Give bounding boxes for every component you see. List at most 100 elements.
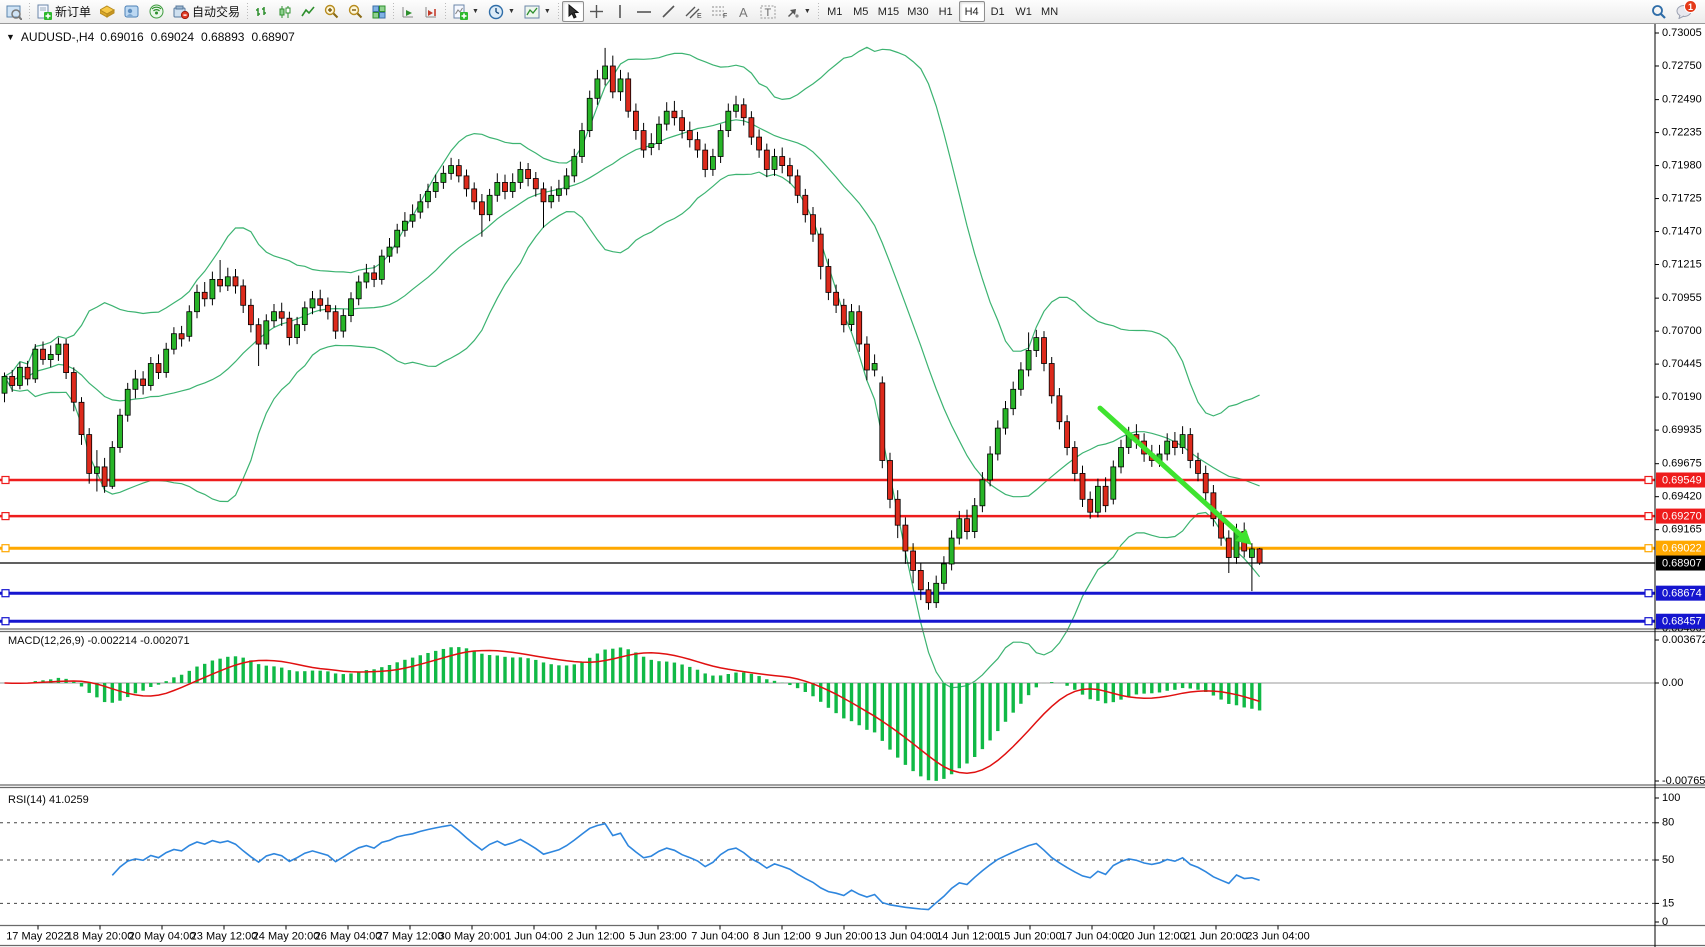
collapse-arrow-icon[interactable]: ▼ <box>6 32 15 42</box>
candle-up <box>649 144 654 148</box>
crosshair-icon <box>589 4 604 19</box>
candle-down <box>687 131 692 140</box>
timeframe-m15[interactable]: M15 <box>874 1 903 22</box>
line-handle[interactable] <box>2 513 9 520</box>
line-handle[interactable] <box>1645 545 1652 552</box>
periods-button[interactable]: ▼ <box>484 1 519 22</box>
text-label-button[interactable]: T <box>756 1 780 22</box>
market-depth-button[interactable] <box>96 1 119 22</box>
candle-down <box>1072 448 1077 474</box>
new-order-label: 新订单 <box>55 3 91 20</box>
candle-up <box>734 105 739 112</box>
chart-canvas[interactable]: 0.730050.727500.724900.722350.719800.717… <box>0 24 1705 947</box>
candle-up <box>710 157 715 170</box>
candle-up <box>310 299 315 308</box>
candle-down <box>1088 499 1093 512</box>
timeframe-w1[interactable]: W1 <box>1011 1 1037 22</box>
line-handle[interactable] <box>2 477 9 484</box>
candle-down <box>533 179 538 189</box>
candle-up <box>1180 435 1185 448</box>
svg-text:1 Jun 04:00: 1 Jun 04:00 <box>505 930 563 942</box>
candle-up <box>187 312 192 337</box>
channel-button[interactable]: E <box>681 1 706 22</box>
equidistant-channel-icon: E <box>685 4 702 19</box>
svg-text:13 Jun 04:00: 13 Jun 04:00 <box>874 930 938 942</box>
svg-text:-0.007656: -0.007656 <box>1662 775 1705 787</box>
templates-button[interactable]: ▼ <box>520 1 555 22</box>
candle-up <box>118 415 123 447</box>
timeframe-m5[interactable]: M5 <box>848 1 874 22</box>
crosshair-button[interactable] <box>585 1 608 22</box>
svg-text:0.68674: 0.68674 <box>1662 588 1702 600</box>
candle-up <box>618 79 623 92</box>
timeframe-h1[interactable]: H1 <box>933 1 959 22</box>
line-handle[interactable] <box>1645 618 1652 625</box>
line-handle[interactable] <box>1645 590 1652 597</box>
candle-up <box>272 312 277 321</box>
text-icon: A <box>737 5 750 19</box>
line-handle[interactable] <box>1645 477 1652 484</box>
candle-down <box>287 318 292 337</box>
timeframe-m30[interactable]: M30 <box>903 1 932 22</box>
indicators-button[interactable]: ▼ <box>449 1 483 22</box>
auto-trading-label: 自动交易 <box>192 3 240 20</box>
svg-text:2 Jun 12:00: 2 Jun 12:00 <box>567 930 625 942</box>
candle-down <box>826 267 831 293</box>
search-button[interactable] <box>1647 1 1671 22</box>
chart-shift-button[interactable] <box>420 1 442 22</box>
vertical-line-button[interactable] <box>609 1 631 22</box>
candle-down <box>1049 364 1054 396</box>
candle-down <box>202 292 207 299</box>
auto-scroll-button[interactable] <box>397 1 419 22</box>
svg-text:F: F <box>723 13 727 19</box>
timeframe-m1[interactable]: M1 <box>822 1 848 22</box>
candle-down <box>1172 441 1177 448</box>
timeframe-h4[interactable]: H4 <box>959 1 985 22</box>
svg-text:E: E <box>697 13 702 19</box>
candle-up <box>225 277 230 286</box>
line-handle[interactable] <box>1645 513 1652 520</box>
macd-indicator-label: MACD(12,26,9) -0.002214 -0.002071 <box>8 635 190 647</box>
candle-down <box>757 137 762 150</box>
line-handle[interactable] <box>2 590 9 597</box>
new-order-button[interactable]: 新订单 <box>33 1 95 22</box>
candle-down <box>256 325 261 344</box>
zoom-out-button[interactable] <box>344 1 367 22</box>
fibonacci-button[interactable]: F <box>707 1 732 22</box>
svg-text:23 Jun 04:00: 23 Jun 04:00 <box>1246 930 1310 942</box>
cursor-button[interactable] <box>562 1 584 22</box>
svg-text:0.68907: 0.68907 <box>1662 557 1702 569</box>
chart-window-icon[interactable] <box>2 1 26 22</box>
notifications-button[interactable]: 1 <box>1672 1 1697 22</box>
arrows-button[interactable]: ▼ <box>781 1 815 22</box>
trendline-button[interactable] <box>657 1 680 22</box>
candle-chart-type-button[interactable] <box>274 1 296 22</box>
timeframe-mn[interactable]: MN <box>1037 1 1063 22</box>
horizontal-line-objects[interactable] <box>0 477 1655 625</box>
candle-up <box>48 354 53 359</box>
candle-down <box>695 140 700 150</box>
candle-up <box>1003 409 1008 428</box>
svg-text:17 May 2022: 17 May 2022 <box>6 930 70 942</box>
timeframe-d1[interactable]: D1 <box>985 1 1011 22</box>
gold-cube-icon <box>100 5 115 18</box>
text-button[interactable]: A <box>733 1 755 22</box>
line-handle[interactable] <box>2 618 9 625</box>
svg-text:0.70955: 0.70955 <box>1662 292 1702 304</box>
auto-trading-button[interactable]: 自动交易 <box>169 1 244 22</box>
horizontal-line-button[interactable] <box>632 1 656 22</box>
signals-button[interactable] <box>145 1 168 22</box>
fibonacci-icon: F <box>711 4 728 19</box>
line-chart-type-button[interactable] <box>297 1 319 22</box>
line-handle[interactable] <box>2 545 9 552</box>
candle-up <box>595 79 600 98</box>
low-value: 0.68893 <box>201 30 244 44</box>
tile-windows-button[interactable] <box>368 1 390 22</box>
market-watch-button[interactable] <box>120 1 144 22</box>
bar-chart-type-button[interactable] <box>251 1 273 22</box>
candle-up <box>726 111 731 130</box>
price-axis: 0.730050.727500.724900.722350.719800.717… <box>1655 24 1705 947</box>
zoom-in-button[interactable] <box>320 1 343 22</box>
candle-down <box>10 376 15 385</box>
candle-up <box>441 173 446 182</box>
